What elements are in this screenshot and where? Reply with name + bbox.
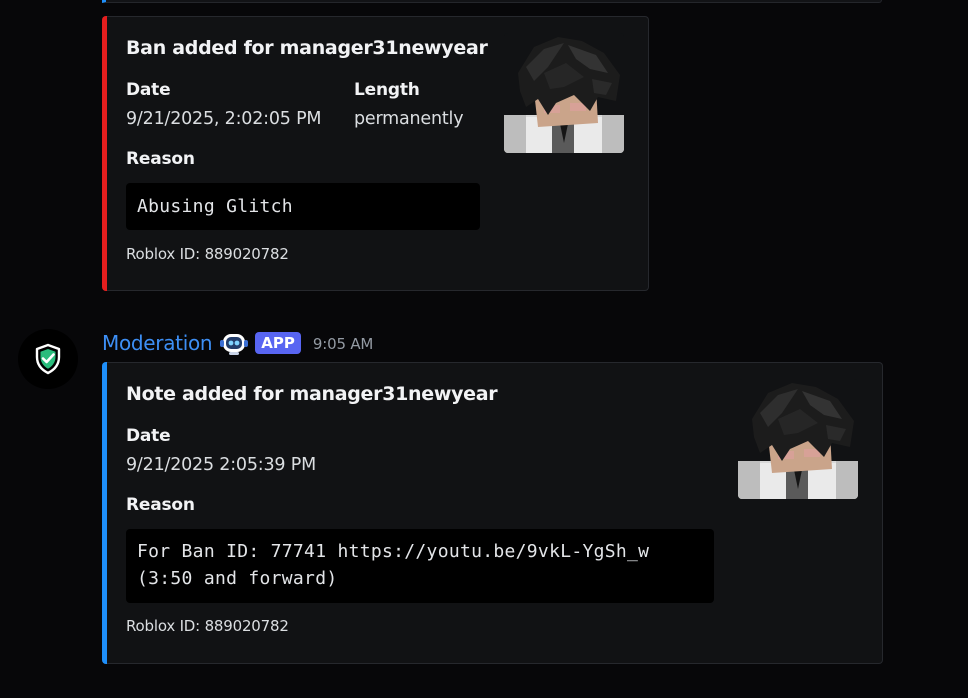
field-date-name: Date <box>126 80 171 100</box>
message-timestamp[interactable]: 9:05 AM <box>313 333 373 353</box>
robot-icon <box>220 334 249 355</box>
avatar-image <box>504 33 624 153</box>
chat-log: Ban added for manager31newyear Date 9/21… <box>0 0 968 698</box>
roblox-avatar-thumbnail[interactable] <box>504 33 624 153</box>
field-date-value: 9/21/2025 2:05:39 PM <box>126 455 316 475</box>
field-reason-name: Reason <box>126 149 195 169</box>
reason-code-block: For Ban ID: 77741 https://youtu.be/9vkL-… <box>126 529 714 603</box>
field-date-value: 9/21/2025, 2:02:05 PM <box>126 109 322 129</box>
author-username[interactable]: Moderation <box>102 331 213 355</box>
ban-embed: Ban added for manager31newyear Date 9/21… <box>102 16 649 291</box>
reason-code-block: Abusing Glitch <box>126 183 480 230</box>
field-length-value: permanently <box>354 109 464 129</box>
note-embed: Note added for manager31newyear Date 9/2… <box>102 362 883 664</box>
embed-footer: Roblox ID: 889020782 <box>126 617 289 635</box>
embed-title: Ban added for manager31newyear <box>126 37 488 59</box>
embed-accent-bar <box>102 362 107 664</box>
field-length-name: Length <box>354 80 420 100</box>
bot-avatar[interactable] <box>18 329 78 389</box>
embed-footer: Roblox ID: 889020782 <box>126 245 289 263</box>
previous-embed-edge <box>102 0 882 3</box>
message-header: Moderation APP 9:05 AM <box>102 328 373 358</box>
roblox-avatar-thumbnail[interactable] <box>738 379 858 499</box>
embed-title: Note added for manager31newyear <box>126 383 498 405</box>
app-tag: APP <box>255 332 301 354</box>
shield-check-icon <box>35 343 61 375</box>
avatar-image <box>738 379 858 499</box>
field-date-name: Date <box>126 426 171 446</box>
embed-accent-bar <box>102 16 107 291</box>
field-reason-name: Reason <box>126 495 195 515</box>
